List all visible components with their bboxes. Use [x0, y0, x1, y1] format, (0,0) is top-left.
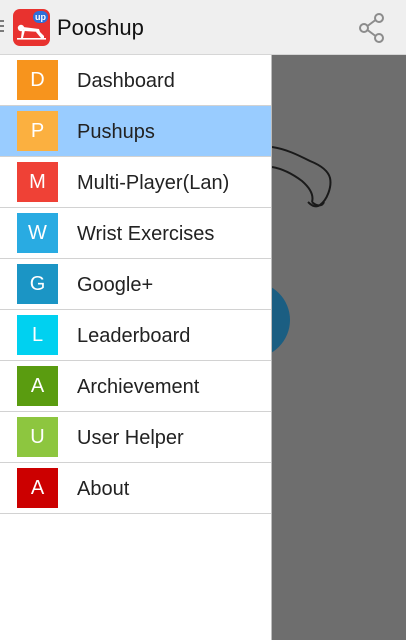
drawer-item-label: Multi-Player(Lan) [77, 172, 230, 194]
drawer-item-about[interactable]: A About [0, 463, 271, 514]
pushup-illustration [272, 146, 332, 353]
tile-letter: W [17, 213, 58, 253]
drawer-item-label: Wrist Exercises [77, 223, 215, 245]
tile-letter: P [17, 111, 58, 151]
drawer-item-multi-player[interactable]: M Multi-Player(Lan) [0, 157, 271, 208]
drawer-item-label: About [77, 478, 130, 500]
drawer-item-label: Dashboard [77, 70, 175, 92]
drawer-item-achievement[interactable]: A Archievement [0, 361, 271, 412]
drawer-item-label: Google+ [77, 274, 154, 296]
tile-letter: L [17, 315, 58, 355]
drawer-item-dashboard[interactable]: D Dashboard [0, 55, 271, 106]
start-circle [272, 287, 290, 353]
figure-outline [272, 146, 332, 208]
logo-badge: up [33, 11, 48, 23]
tile-letter: A [17, 468, 58, 508]
tile-letter: G [17, 264, 58, 304]
drawer-item-leaderboard[interactable]: L Leaderboard [0, 310, 271, 361]
action-bar: up Pooshup [0, 0, 406, 55]
navigation-drawer: D Dashboard P Pushups M Multi-Player(Lan… [0, 55, 272, 640]
dimmed-content[interactable] [272, 55, 406, 640]
drawer-item-user-helper[interactable]: U User Helper [0, 412, 271, 463]
tile-letter: U [17, 417, 58, 457]
drawer-item-google-plus[interactable]: G Google+ [0, 259, 271, 310]
drawer-indicator-icon[interactable] [0, 20, 5, 36]
drawer-item-label: Archievement [77, 376, 200, 398]
tile-letter: M [17, 162, 58, 202]
drawer-item-label: Pushups [77, 121, 155, 143]
share-icon[interactable] [357, 12, 387, 44]
drawer-item-label: Leaderboard [77, 325, 191, 347]
app-logo[interactable]: up [13, 9, 50, 46]
app-title: Pooshup [57, 15, 144, 40]
tile-letter: D [17, 60, 58, 100]
drawer-item-pushups[interactable]: P Pushups [0, 106, 271, 157]
drawer-item-wrist-exercises[interactable]: W Wrist Exercises [0, 208, 271, 259]
tile-letter: A [17, 366, 58, 406]
drawer-item-label: User Helper [77, 427, 184, 449]
